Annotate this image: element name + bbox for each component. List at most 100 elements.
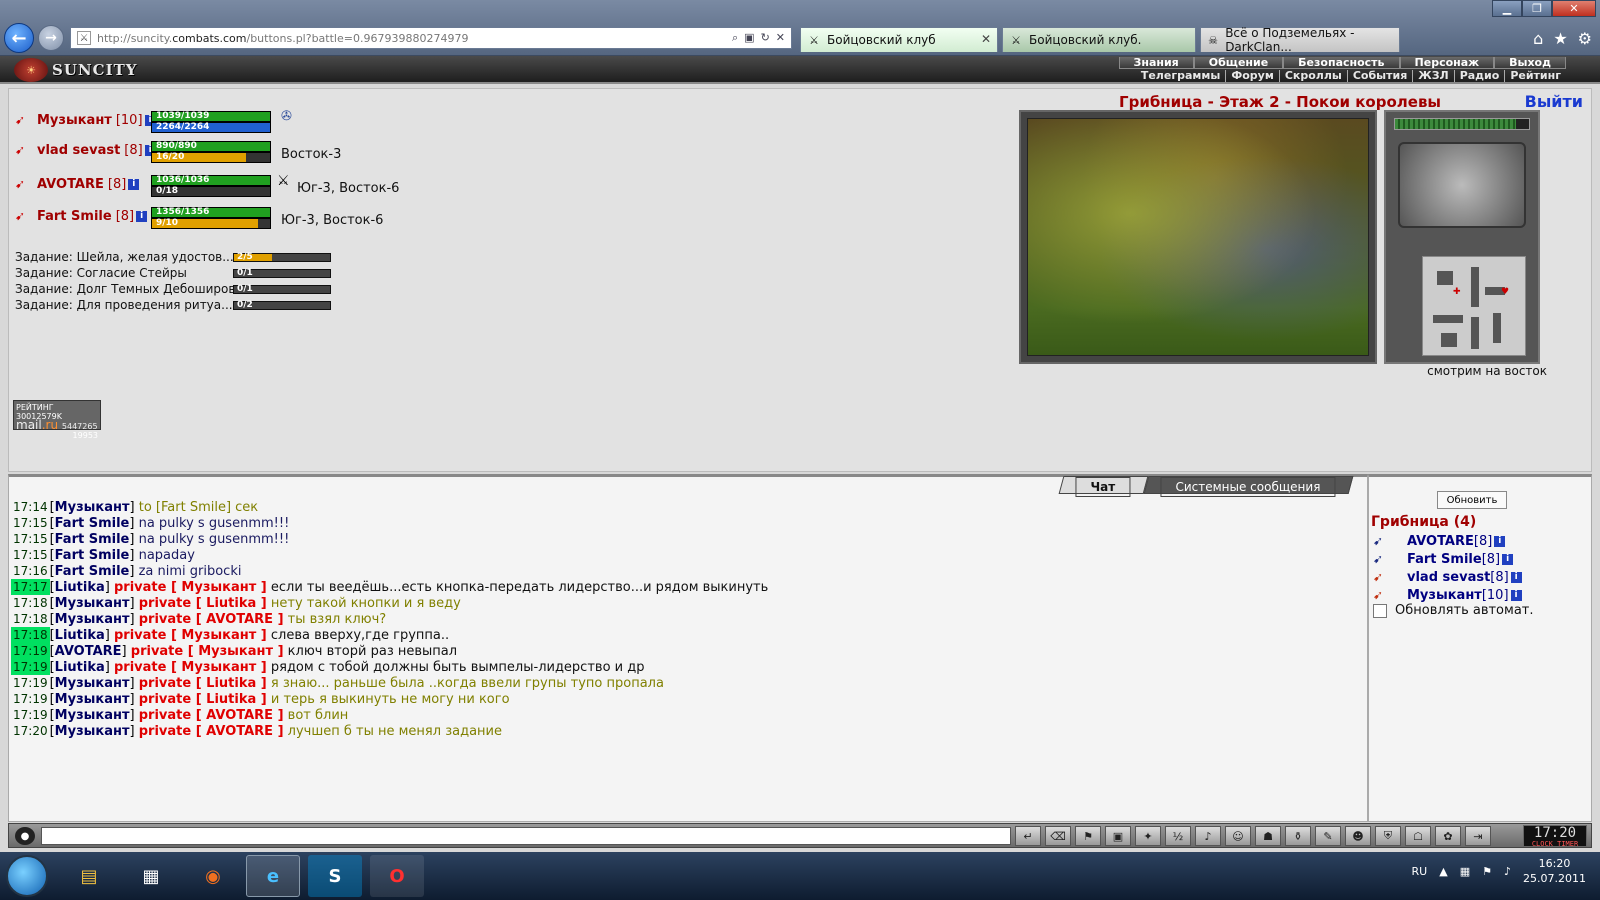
member-action-icon[interactable]: ➹: [1373, 588, 1395, 602]
exit-door-icon[interactable]: ⇥: [1465, 826, 1491, 846]
message-time[interactable]: 17:15: [11, 515, 50, 531]
search-icon[interactable]: ⌕: [732, 31, 738, 45]
back-button[interactable]: ←: [4, 23, 34, 53]
address-bar[interactable]: ⚔ http://suncity.combats.com/buttons.pl?…: [70, 27, 792, 49]
tab-chat[interactable]: Чат: [1058, 476, 1149, 497]
forward-button[interactable]: →: [38, 25, 64, 51]
menu-communication[interactable]: Общение: [1193, 57, 1284, 69]
message-time[interactable]: 17:17: [11, 579, 50, 595]
link-radio[interactable]: Радио: [1455, 70, 1506, 82]
message-recipient[interactable]: private [ AVOTARE ]: [139, 724, 284, 739]
chat-mode-icon[interactable]: ●: [15, 827, 35, 845]
save-icon[interactable]: ▣: [1105, 826, 1131, 846]
fraction-icon[interactable]: ½: [1165, 826, 1191, 846]
clear-icon[interactable]: ⌫: [1045, 826, 1071, 846]
message-sender[interactable]: Музыкант: [55, 676, 130, 691]
party-member[interactable]: ➹ AVOTARE [8] i: [15, 173, 140, 195]
info-icon[interactable]: i: [1494, 535, 1506, 547]
network-icon[interactable]: ▦: [1460, 865, 1470, 878]
scroll-icon[interactable]: ✎: [1315, 826, 1341, 846]
action-center-flag-icon[interactable]: ⚑: [1482, 865, 1492, 878]
lock-icon[interactable]: ☖: [1405, 826, 1431, 846]
tray-clock[interactable]: 16:20 25.07.2011: [1523, 856, 1586, 886]
floppy-app-icon[interactable]: ▦: [124, 855, 178, 897]
info-icon[interactable]: i: [1510, 571, 1522, 583]
send-icon[interactable]: ↵: [1015, 826, 1041, 846]
browser-tab-1[interactable]: ⚔ Бойцовский клуб ✕: [800, 27, 998, 52]
link-rating[interactable]: Рейтинг: [1505, 70, 1566, 82]
party-member[interactable]: ➹Музыкант[10]i: [15, 109, 156, 131]
member-name[interactable]: Fart Smile: [37, 209, 112, 224]
message-sender[interactable]: Музыкант: [55, 596, 130, 611]
message-recipient[interactable]: private [ Музыкант ]: [131, 644, 284, 659]
message-sender[interactable]: Fart Smile: [55, 548, 130, 563]
message-sender[interactable]: Музыкант: [55, 708, 130, 723]
message-sender[interactable]: Музыкант: [55, 612, 130, 627]
message-time[interactable]: 17:18: [11, 595, 50, 611]
message-sender[interactable]: Fart Smile: [55, 516, 130, 531]
party-member[interactable]: ➹ Fart Smile [8] i: [15, 205, 148, 227]
clan-chat-icon[interactable]: ☗: [1255, 826, 1281, 846]
stop-icon[interactable]: ✕: [776, 31, 785, 45]
internet-explorer-icon[interactable]: e: [246, 855, 300, 897]
compat-view-icon[interactable]: ▣: [744, 31, 754, 45]
menu-knowledge[interactable]: Знания: [1118, 57, 1194, 69]
auto-refresh-option[interactable]: Обновлять автомат.: [1373, 603, 1534, 618]
member-action-icon[interactable]: ➹: [1373, 552, 1395, 566]
message-sender[interactable]: Fart Smile: [55, 532, 130, 547]
invite-arrow-icon[interactable]: ➹: [15, 209, 35, 223]
message-recipient[interactable]: private [ Музыкант ]: [114, 628, 267, 643]
roster-member[interactable]: ➹ AVOTARE [8] i: [1373, 532, 1506, 550]
info-icon[interactable]: i: [136, 210, 148, 222]
refresh-button[interactable]: Обновить: [1437, 491, 1507, 509]
message-time[interactable]: 17:15: [11, 531, 50, 547]
language-indicator[interactable]: RU: [1412, 865, 1428, 878]
menu-character[interactable]: Персонаж: [1399, 57, 1495, 69]
gear-icon[interactable]: ⚙: [1578, 29, 1592, 48]
menu-exit[interactable]: Выход: [1494, 57, 1566, 69]
browser-tab-2[interactable]: ⚔ Бойцовский клуб.: [1002, 27, 1196, 52]
message-time[interactable]: 17:18: [11, 611, 50, 627]
message-sender[interactable]: Музыкант: [55, 724, 130, 739]
message-recipient[interactable]: private [ Liutika ]: [139, 596, 267, 611]
dungeon-view[interactable]: [1019, 110, 1377, 364]
message-sender[interactable]: Liutika: [55, 660, 105, 675]
member-action-icon[interactable]: ➹: [1373, 570, 1395, 584]
roster-member[interactable]: ➹ Музыкант [10] i: [1373, 586, 1522, 604]
message-sender[interactable]: Liutika: [55, 628, 105, 643]
message-recipient[interactable]: private [ AVOTARE ]: [139, 612, 284, 627]
chat-input[interactable]: [41, 827, 1011, 845]
movement-compass-icon[interactable]: [1398, 142, 1526, 228]
message-time[interactable]: 17:19: [11, 643, 50, 659]
message-time[interactable]: 17:16: [11, 563, 50, 579]
exit-dungeon-link[interactable]: Выйти: [1525, 92, 1583, 111]
firefox-icon[interactable]: ◉: [186, 855, 240, 897]
party-member[interactable]: ➹vlad sevast[8]i: [15, 139, 156, 161]
link-telegrams[interactable]: Телеграммы: [1136, 70, 1227, 82]
browser-tab-3[interactable]: ☠ Всё о Подземельях - DarkClan...: [1200, 26, 1400, 54]
message-sender[interactable]: AVOTARE: [55, 644, 122, 659]
message-time[interactable]: 17:15: [11, 547, 50, 563]
message-time[interactable]: 17:19: [11, 691, 50, 707]
message-recipient[interactable]: private [ Музыкант ]: [114, 580, 267, 595]
mask-icon[interactable]: ☻: [1345, 826, 1371, 846]
message-sender[interactable]: Музыкант: [55, 692, 130, 707]
member-action-icon[interactable]: ➹: [1373, 534, 1395, 548]
message-recipient[interactable]: private [ Liutika ]: [139, 676, 267, 691]
invite-arrow-icon[interactable]: ➹: [15, 113, 35, 127]
message-time[interactable]: 17:19: [11, 659, 50, 675]
message-recipient[interactable]: private [ Liutika ]: [139, 692, 267, 707]
message-recipient[interactable]: to [Fart Smile]: [139, 500, 235, 515]
show-hidden-icon[interactable]: ▲: [1439, 865, 1447, 878]
roster-member[interactable]: ➹ vlad sevast [8] i: [1373, 568, 1522, 586]
explorer-folder-icon[interactable]: ▤: [62, 855, 116, 897]
paw-icon[interactable]: ✿: [1435, 826, 1461, 846]
message-time[interactable]: 17:18: [11, 627, 50, 643]
bottle-icon[interactable]: ⚱: [1285, 826, 1311, 846]
link-events[interactable]: События: [1348, 70, 1414, 82]
skype-icon[interactable]: S: [308, 855, 362, 897]
info-icon[interactable]: i: [128, 178, 140, 190]
close-tab-icon[interactable]: ✕: [981, 32, 991, 46]
smiley-icon[interactable]: ☺: [1225, 826, 1251, 846]
game-clock[interactable]: 17:20 CLOCK TIMER: [1523, 825, 1587, 848]
